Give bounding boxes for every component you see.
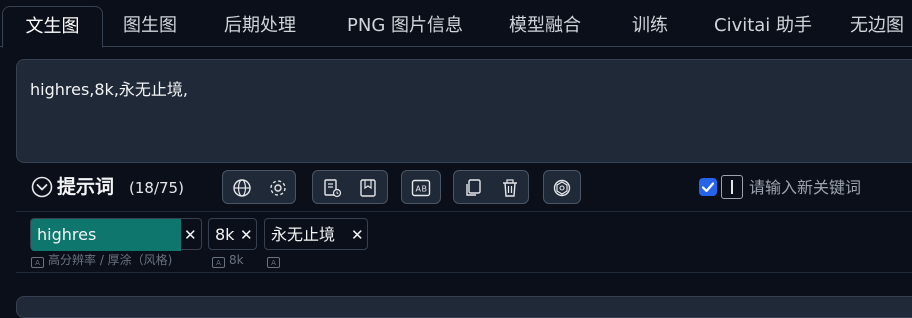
chatgpt-icon[interactable] — [551, 177, 573, 199]
close-icon[interactable]: ✕ — [351, 219, 364, 251]
trash-icon[interactable] — [499, 177, 521, 199]
keyword-checkbox[interactable] — [699, 178, 717, 196]
button-group-ai — [543, 170, 581, 204]
button-group-edit — [453, 170, 529, 204]
tag-label[interactable]: highres — [31, 219, 181, 251]
tag-translation: A — [267, 251, 284, 269]
button-group-history — [312, 170, 388, 204]
tab-img2img[interactable]: 图生图 — [123, 6, 177, 46]
tab-png-info[interactable]: PNG 图片信息 — [347, 6, 463, 46]
prompt-text: highres,8k,永无止境, — [30, 80, 188, 99]
tab-bar-divider — [0, 46, 912, 47]
tab-bar: 文生图 图生图 后期处理 PNG 图片信息 模型融合 训练 Civitai 助手… — [0, 0, 912, 48]
tab-checkpoint-merger[interactable]: 模型融合 — [509, 6, 581, 46]
translate-icon: A — [31, 257, 44, 268]
tab-txt2img[interactable]: 文生图 — [2, 6, 103, 48]
tag-translation: A 高分辨率 / 厚涂（风格) — [31, 251, 172, 269]
copy-icon[interactable] — [462, 177, 484, 199]
translate-icon[interactable]: AB — [410, 177, 432, 199]
tag-highres[interactable]: highres ✕ — [30, 218, 202, 251]
text-cursor-icon[interactable] — [721, 175, 743, 199]
history-icon[interactable] — [321, 177, 343, 199]
negative-prompt-textarea[interactable] — [16, 296, 912, 318]
prompt-title: 提示词 — [57, 176, 115, 198]
token-count: (18/75) — [129, 179, 184, 197]
close-icon[interactable]: ✕ — [184, 219, 197, 251]
tag-translation: A 8k — [212, 251, 244, 269]
tab-train[interactable]: 训练 — [632, 6, 668, 46]
close-icon[interactable]: ✕ — [240, 219, 253, 251]
globe-icon[interactable] — [231, 177, 253, 199]
tab-civitai-helper[interactable]: Civitai 助手 — [714, 6, 812, 46]
translate-icon: A — [212, 257, 225, 268]
section-divider — [16, 272, 912, 273]
tag-8k[interactable]: 8k ✕ — [208, 218, 257, 250]
svg-text:B: B — [422, 185, 428, 194]
tag-label[interactable]: 8k — [209, 219, 234, 251]
chevron-down-circle-icon[interactable] — [31, 176, 53, 198]
tag-endless[interactable]: 永无止境 ✕ — [264, 218, 368, 250]
button-group-settings — [222, 170, 296, 204]
new-keyword-input[interactable] — [749, 174, 912, 200]
toolbar-divider — [16, 211, 912, 212]
gear-icon[interactable] — [267, 177, 289, 199]
tag-label[interactable]: 永无止境 — [265, 219, 335, 251]
button-group-translate: AB — [401, 170, 441, 204]
bookmark-star-icon[interactable] — [357, 177, 379, 199]
prompt-textarea[interactable]: highres,8k,永无止境, — [16, 59, 912, 163]
tab-infinite-image[interactable]: 无边图 — [850, 6, 904, 46]
translate-icon: A — [267, 257, 280, 268]
tab-extras[interactable]: 后期处理 — [224, 6, 296, 46]
